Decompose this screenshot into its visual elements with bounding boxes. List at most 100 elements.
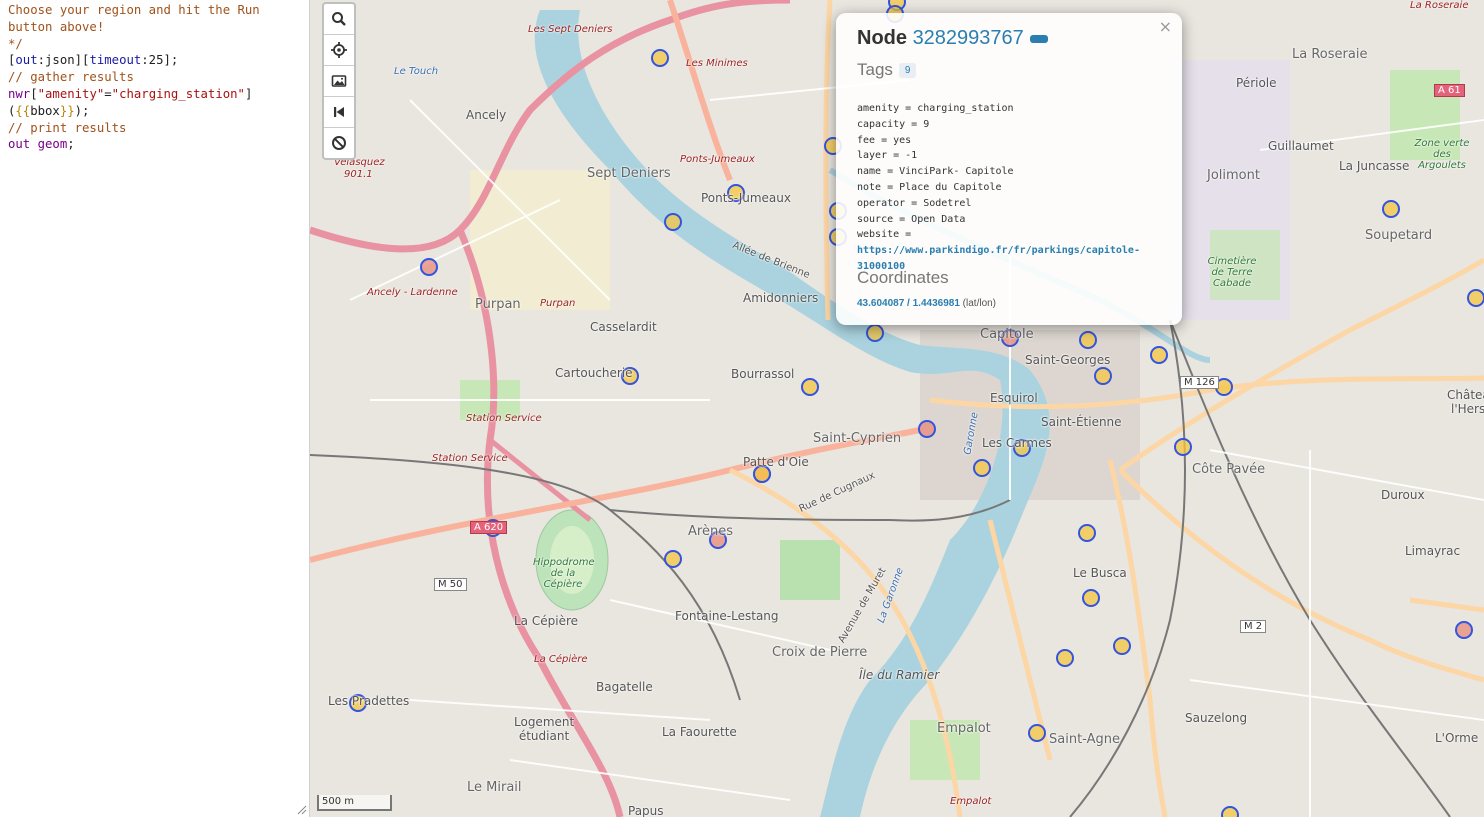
label-bagatelle: Bagatelle [596, 680, 653, 694]
shield-m126: M 126 [1180, 376, 1219, 389]
code-token: Choose your region and hit the Run [8, 3, 260, 17]
code-token: }} [59, 103, 75, 118]
code-token: timeout [89, 53, 142, 68]
node-id-link[interactable]: 3282993767 [913, 27, 1024, 49]
code-token: ] [244, 86, 253, 101]
label-le-mirail: Le Mirail [467, 780, 522, 795]
charging-station-marker[interactable] [1221, 806, 1239, 817]
label-guillaumet: Guillaumet [1268, 139, 1334, 153]
code-token: out geom [8, 137, 68, 152]
locate-button[interactable] [324, 35, 354, 66]
locate-icon [331, 42, 347, 58]
label-saint-agne: Saint-Agne [1049, 732, 1120, 747]
resize-grip-icon[interactable] [297, 805, 307, 815]
charging-station-marker[interactable] [651, 49, 669, 67]
charging-station-marker[interactable] [1082, 589, 1100, 607]
tag-row: amenity = charging_station [857, 103, 1014, 114]
charging-station-marker[interactable] [1150, 346, 1168, 364]
label-sauzelong: Sauzelong [1185, 711, 1248, 725]
label-velasquez-num: 901.1 [344, 169, 373, 180]
clear-button[interactable] [324, 128, 354, 158]
code-token: // print results [8, 120, 127, 135]
charging-station-marker[interactable] [1079, 331, 1097, 349]
code-line: ({{bbox}}); [8, 103, 301, 120]
block-icon [332, 136, 346, 150]
label-capitole: Capitole [980, 327, 1034, 342]
edit-pencil-icon[interactable] [1029, 34, 1048, 43]
charging-station-marker[interactable] [866, 324, 884, 342]
label-periole: Périole [1236, 76, 1277, 90]
popup-close-button[interactable]: × [1159, 17, 1172, 36]
tags-heading: Tags 9 [857, 60, 917, 80]
label-esquirol: Esquirol [990, 391, 1038, 405]
search-icon [332, 12, 346, 26]
label-ancely-lardenne: Ancely - Lardenne [367, 287, 458, 298]
label-les-sept-deniers-road: Les Sept Deniers [528, 24, 613, 35]
image-button[interactable] [324, 66, 354, 97]
coordinates-heading: Coordinates [857, 268, 949, 287]
label-zone-verte: Zone verte des Argoulets [1414, 138, 1470, 171]
charging-station-marker[interactable] [973, 459, 991, 477]
label-lhers: l'Hers [1451, 402, 1484, 416]
zoom-to-data-button[interactable] [324, 97, 354, 128]
map-toolbar [322, 2, 356, 160]
label-ancely: Ancely [466, 108, 507, 122]
code-line: nwr["amenity"="charging_station"] [8, 86, 301, 103]
code-token: "charging_station" [111, 86, 245, 101]
code-token: = [104, 86, 112, 101]
shield-m2: M 2 [1240, 620, 1267, 633]
charging-station-marker[interactable] [1078, 524, 1096, 542]
charging-station-marker[interactable] [801, 378, 819, 396]
code-token: :25]; [141, 53, 179, 68]
charging-station-marker[interactable] [664, 213, 682, 231]
charging-station-marker[interactable] [1113, 637, 1131, 655]
label-jolimont: Jolimont [1207, 168, 1260, 183]
code-line: // gather results [8, 69, 301, 86]
code-editor[interactable]: Choose your region and hit the Run button… [0, 0, 310, 817]
label-duroux: Duroux [1381, 488, 1425, 502]
code-line: */ [8, 36, 301, 53]
code-token: :json][ [37, 53, 90, 68]
coordinates-row: 43.604087 / 1.4436981 (lat/lon) [857, 298, 996, 309]
label-hippodrome: Hippodrome de la Cépière [533, 557, 595, 590]
search-button[interactable] [324, 4, 354, 35]
label-logement-etudiant: Logement étudiant [514, 715, 575, 743]
tag-row: capacity = 9 [857, 118, 930, 130]
label-cimetiere: Cimetière de Terre Cabade [1207, 256, 1257, 289]
label-le-touch: Le Touch [394, 66, 439, 77]
code-token: {{ [15, 103, 31, 118]
label-bourrassol: Bourrassol [731, 367, 795, 381]
charging-station-marker[interactable] [1382, 200, 1400, 218]
map-view[interactable]: Ancely Sept Deniers Ponts-Jumeaux Purpan… [310, 0, 1484, 817]
charging-station-marker[interactable] [918, 420, 936, 438]
label-saint-cyprien: Saint-Cyprien [813, 431, 902, 446]
label-soupetard: Soupetard [1365, 228, 1433, 243]
label-purpan-road: Purpan [540, 298, 576, 309]
charging-station-marker[interactable] [1028, 724, 1046, 742]
label-patte-doie: Patte d'Oie [743, 455, 809, 469]
charging-station-marker[interactable] [1174, 438, 1192, 456]
coordinates-link[interactable]: 43.604087 / 1.4436981 [857, 298, 960, 309]
website-link[interactable]: https://www.parkindigo.fr/fr/parkings/ca… [857, 245, 1140, 256]
label-les-pradettes: Les Pradettes [328, 694, 410, 708]
query-code[interactable]: Choose your region and hit the Run button… [0, 0, 309, 155]
charging-station-marker[interactable] [664, 550, 682, 568]
coordinates-suffix: (lat/lon) [962, 298, 997, 309]
label-la-juncasse: La Juncasse [1339, 159, 1410, 173]
label-les-minimes-road: Les Minimes [686, 58, 748, 69]
charging-station-marker[interactable] [1455, 621, 1473, 639]
code-line: [out:json][timeout:25]; [8, 52, 301, 69]
charging-station-marker[interactable] [420, 258, 438, 276]
label-saint-georges: Saint-Georges [1025, 353, 1111, 367]
tag-row: layer = -1 [857, 150, 918, 162]
label-purpan: Purpan [475, 297, 521, 312]
label-limayrac: Limayrac [1405, 544, 1461, 558]
label-ile-du-ramier: Île du Ramier [859, 668, 940, 682]
charging-station-marker[interactable] [1094, 367, 1112, 385]
label-casselardit: Casselardit [590, 320, 657, 334]
charging-station-marker[interactable] [1056, 649, 1074, 667]
charging-station-marker[interactable] [1467, 289, 1484, 307]
label-cartoucherie: Cartoucherie [555, 366, 633, 380]
image-icon [331, 75, 347, 87]
label-arenes: Arènes [688, 524, 733, 539]
